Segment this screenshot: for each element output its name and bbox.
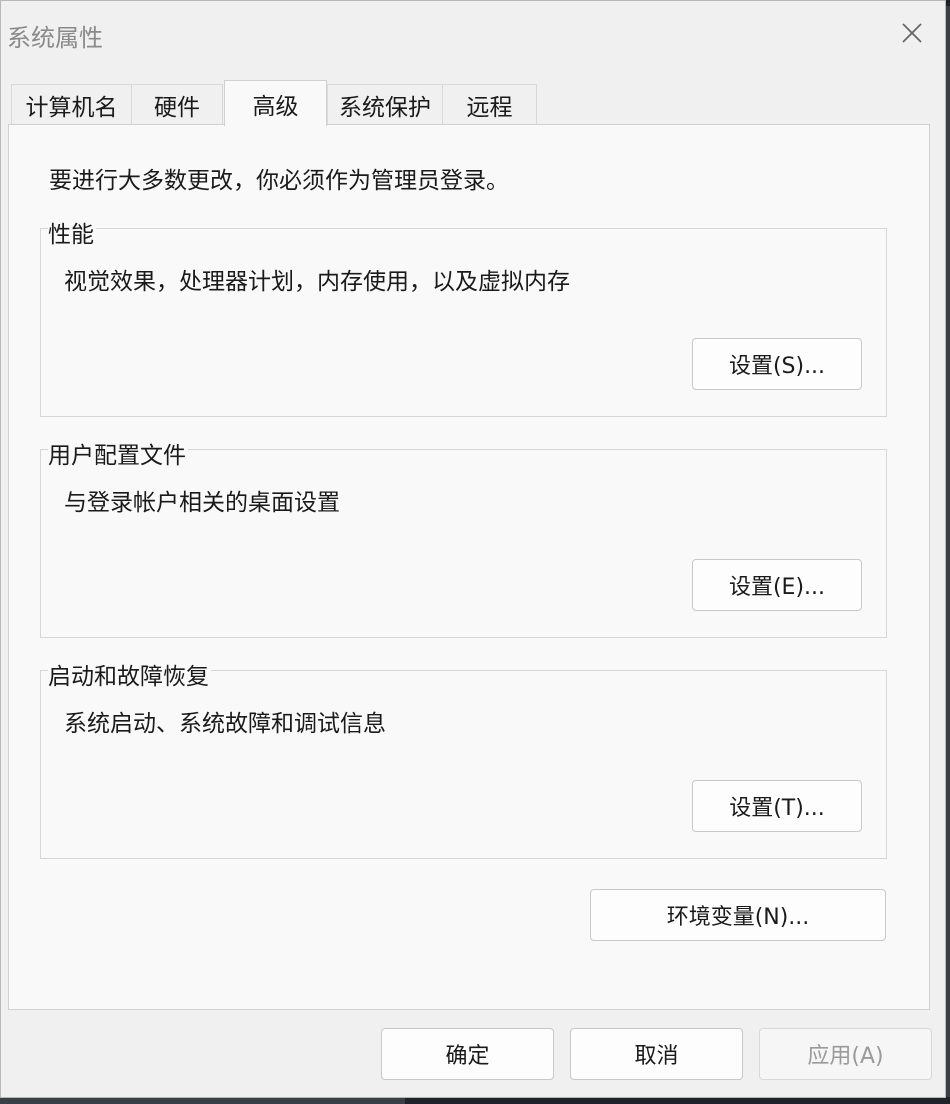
close-button[interactable] [885, 9, 939, 57]
user-profiles-group-label: 用户配置文件 [48, 436, 188, 470]
performance-settings-button[interactable]: 设置(S)... [692, 338, 862, 390]
ok-button[interactable]: 确定 [381, 1028, 554, 1080]
startup-recovery-description: 系统启动、系统故障和调试信息 [64, 711, 386, 737]
user-profiles-settings-button[interactable]: 设置(E)... [692, 559, 862, 611]
close-icon [902, 23, 922, 43]
tab-computer-name[interactable]: 计算机名 [11, 84, 132, 125]
startup-recovery-group-label: 启动和故障恢复 [48, 657, 211, 691]
tab-advanced[interactable]: 高级 [224, 80, 327, 126]
environment-variables-button[interactable]: 环境变量(N)... [590, 889, 886, 941]
apply-button[interactable]: 应用(A) [759, 1028, 932, 1080]
title-bar: 系统属性 [1, 1, 945, 67]
tab-strip: 计算机名 硬件 高级 系统保护 远程 [9, 80, 609, 126]
system-properties-dialog: 系统属性 计算机名 硬件 高级 系统保护 远程 要进行大多数更改，你必须作为管理… [0, 0, 946, 1098]
user-profiles-description: 与登录帐户相关的桌面设置 [64, 490, 340, 516]
tab-remote[interactable]: 远程 [442, 84, 537, 125]
admin-notice: 要进行大多数更改，你必须作为管理员登录。 [49, 168, 509, 194]
background-strip [405, 1097, 950, 1104]
tab-hardware[interactable]: 硬件 [131, 84, 223, 125]
tab-system-protection[interactable]: 系统保护 [327, 84, 443, 125]
window-title: 系统属性 [7, 24, 103, 52]
cancel-button[interactable]: 取消 [570, 1028, 743, 1080]
performance-description: 视觉效果，处理器计划，内存使用，以及虚拟内存 [64, 269, 570, 295]
performance-group-label: 性能 [48, 215, 96, 249]
startup-recovery-settings-button[interactable]: 设置(T)... [692, 780, 862, 832]
